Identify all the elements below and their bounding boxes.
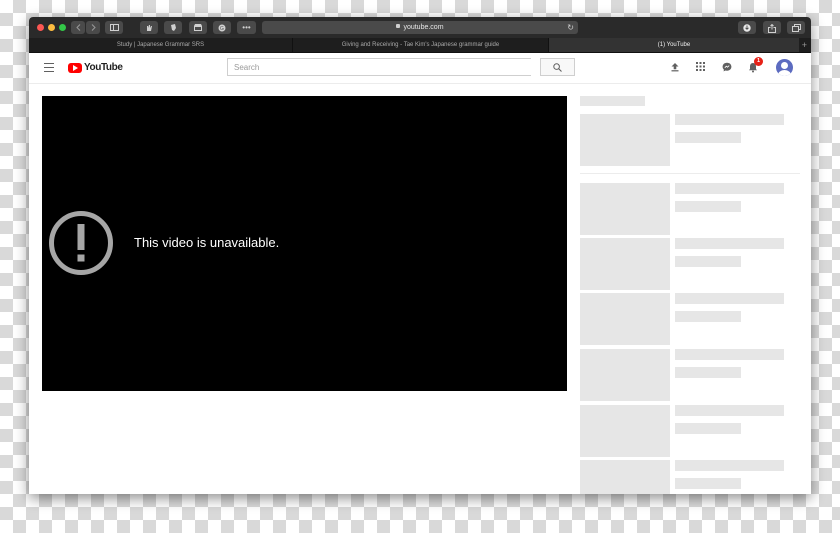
- title-placeholder: [675, 405, 784, 416]
- upload-icon[interactable]: [670, 62, 680, 72]
- address-bar[interactable]: youtube.com ↻: [262, 21, 578, 34]
- sidebar-heading-placeholder: [580, 96, 645, 106]
- title-placeholder: [675, 183, 784, 194]
- meta-placeholder: [675, 256, 741, 267]
- search-icon: [553, 63, 562, 72]
- hamburger-menu-icon[interactable]: [44, 63, 54, 72]
- thumbnail-placeholder[interactable]: [580, 293, 670, 345]
- lock-icon: [396, 24, 401, 28]
- hand-icon: [147, 25, 152, 31]
- apps-grid-icon[interactable]: [696, 62, 705, 71]
- chevron-left-icon: [75, 24, 80, 31]
- meta-placeholder: [675, 201, 741, 212]
- store-icon: [194, 24, 202, 31]
- youtube-header: YouTube 1: [29, 53, 811, 84]
- close-window-button[interactable]: [37, 24, 44, 31]
- more-icon: •••: [242, 23, 251, 32]
- browser-toolbar: G ••• youtube.com ↻: [29, 17, 811, 38]
- new-tab-button[interactable]: +: [802, 38, 807, 52]
- search-input[interactable]: [227, 58, 531, 76]
- chevron-right-icon: [91, 24, 96, 31]
- meta-placeholder: [675, 367, 741, 378]
- sidebar-icon: [109, 24, 119, 31]
- thumbnail-placeholder[interactable]: [580, 405, 670, 457]
- meta-placeholder: [675, 423, 741, 434]
- notification-badge: 1: [754, 57, 763, 66]
- minimize-window-button[interactable]: [48, 24, 55, 31]
- youtube-play-logo-icon: [68, 63, 82, 73]
- video-player[interactable]: This video is unavailable.: [42, 96, 567, 391]
- title-placeholder: [675, 293, 784, 304]
- search-button[interactable]: [540, 58, 575, 76]
- tab-tae-kim[interactable]: Giving and Receiving - Tae Kim's Japanes…: [293, 38, 549, 52]
- more-extensions-button[interactable]: •••: [237, 21, 256, 34]
- tabs-icon: [791, 24, 801, 32]
- title-placeholder: [675, 114, 784, 125]
- share-icon: [768, 24, 776, 33]
- youtube-logo-text: YouTube: [84, 62, 123, 73]
- sidebar-toggle-button[interactable]: [105, 21, 123, 34]
- title-placeholder: [675, 238, 784, 249]
- tab-study-japanese[interactable]: Study | Japanese Grammar SRS: [29, 38, 293, 52]
- grammarly-icon: G: [218, 24, 226, 32]
- thumbnail-placeholder[interactable]: [580, 183, 670, 235]
- zoom-window-button[interactable]: [59, 24, 66, 31]
- address-text: youtube.com: [403, 24, 444, 31]
- extension-button-4[interactable]: G: [213, 21, 231, 34]
- messages-icon[interactable]: [722, 62, 732, 72]
- download-icon: [743, 24, 751, 32]
- meta-placeholder: [675, 478, 741, 489]
- back-button[interactable]: [71, 21, 85, 34]
- extension-button-1[interactable]: [140, 21, 158, 34]
- evernote-icon: [170, 24, 176, 31]
- downloads-button[interactable]: [738, 21, 756, 34]
- thumbnail-placeholder[interactable]: [580, 114, 670, 166]
- browser-window: G ••• youtube.com ↻ Study | Japanese Gra…: [29, 17, 811, 494]
- thumbnail-placeholder[interactable]: [580, 238, 670, 290]
- title-placeholder: [675, 349, 784, 360]
- meta-placeholder: [675, 311, 741, 322]
- forward-button[interactable]: [86, 21, 100, 34]
- sidebar-divider: [580, 173, 800, 174]
- tabs-overview-button[interactable]: [787, 21, 805, 34]
- tab-bar: Study | Japanese Grammar SRS Giving and …: [29, 38, 811, 53]
- share-button[interactable]: [763, 21, 781, 34]
- avatar[interactable]: [776, 59, 793, 76]
- tab-youtube[interactable]: (1) YouTube: [549, 38, 799, 52]
- extension-button-2[interactable]: [164, 21, 182, 34]
- reload-icon[interactable]: ↻: [567, 21, 574, 34]
- svg-text:G: G: [220, 26, 224, 32]
- alert-icon: [49, 211, 113, 275]
- extension-button-3[interactable]: [189, 21, 207, 34]
- thumbnail-placeholder[interactable]: [580, 460, 670, 494]
- thumbnail-placeholder[interactable]: [580, 349, 670, 401]
- title-placeholder: [675, 460, 784, 471]
- unavailable-message: This video is unavailable.: [134, 235, 280, 250]
- meta-placeholder: [675, 132, 741, 143]
